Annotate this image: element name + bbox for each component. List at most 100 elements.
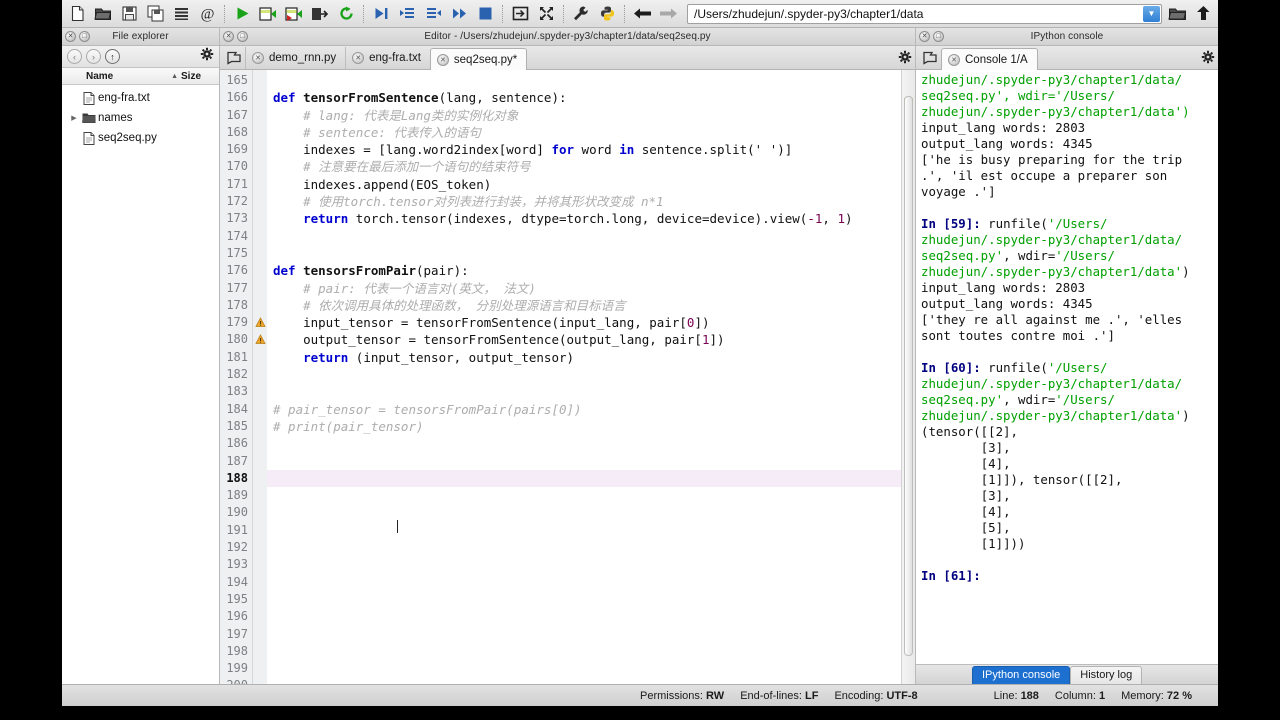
open-file-icon[interactable]	[90, 2, 116, 26]
undock-icon[interactable]: □	[237, 31, 248, 42]
file-switcher-icon[interactable]	[168, 2, 194, 26]
code-line[interactable]	[267, 487, 901, 504]
python-path-icon[interactable]	[594, 2, 620, 26]
code-line[interactable]: indexes.append(EOS_token)	[267, 176, 901, 193]
file-explorer-options-icon[interactable]	[200, 47, 214, 66]
list-item[interactable]: seq2seq.py	[62, 128, 219, 148]
forward-icon[interactable]	[655, 2, 681, 26]
re-run-cell-icon[interactable]	[333, 2, 359, 26]
code-line[interactable]	[267, 453, 901, 470]
code-line[interactable]	[267, 366, 901, 383]
code-line[interactable]: def tensorFromSentence(lang, sentence):	[267, 89, 901, 106]
working-directory-path[interactable]: /Users/zhudejun/.spyder-py3/chapter1/dat…	[687, 3, 1162, 24]
warning-marker-column[interactable]	[253, 70, 267, 684]
step-into-icon[interactable]	[394, 2, 420, 26]
warning-icon[interactable]	[253, 314, 267, 331]
new-file-icon[interactable]	[64, 2, 90, 26]
code-line[interactable]: # pair_tensor = tensorsFromPair(pairs[0]…	[267, 401, 901, 418]
column-header-name[interactable]: Name	[62, 71, 171, 82]
code-line[interactable]: # 注意要在最后添加一个语句的结束符号	[267, 158, 901, 175]
close-icon[interactable]: ✕	[919, 31, 930, 42]
stop-debug-icon[interactable]	[472, 2, 498, 26]
new-console-icon[interactable]	[919, 47, 941, 69]
close-tab-icon[interactable]: ✕	[948, 53, 960, 66]
fullscreen-icon[interactable]	[533, 2, 559, 26]
back-icon[interactable]: ‹	[67, 49, 82, 64]
code-line[interactable]: def tensorsFromPair(pair):	[267, 262, 901, 279]
maximize-pane-icon[interactable]	[507, 2, 533, 26]
undock-icon[interactable]: □	[933, 31, 944, 42]
code-line[interactable]: # pair: 代表一个语言对(英文， 法文)	[267, 280, 901, 297]
close-tab-icon[interactable]: ✕	[436, 53, 449, 66]
code-line[interactable]	[267, 383, 901, 400]
code-line[interactable]: output_tensor = tensorFromSentence(outpu…	[267, 331, 901, 348]
code-line[interactable]	[267, 660, 901, 677]
code-line[interactable]	[267, 245, 901, 262]
editor-scrollbar[interactable]	[901, 70, 915, 684]
code-line[interactable]	[267, 539, 901, 556]
list-item[interactable]: eng-fra.txt	[62, 88, 219, 108]
close-tab-icon[interactable]: ✕	[252, 52, 264, 64]
warning-icon[interactable]	[253, 331, 267, 348]
run-cell-icon[interactable]	[255, 2, 281, 26]
code-line[interactable]: # 依次调用具体的处理函数， 分别处理源语言和目标语言	[267, 297, 901, 314]
editor-tab[interactable]: ✕ demo_rnn.py	[245, 47, 345, 69]
list-item[interactable]: ▶ names	[62, 108, 219, 128]
step-return-icon[interactable]	[420, 2, 446, 26]
code-line[interactable]	[267, 469, 901, 488]
column-header-size[interactable]: Size	[181, 71, 219, 82]
run-file-icon[interactable]	[229, 2, 255, 26]
save-file-icon[interactable]	[116, 2, 142, 26]
console-options-icon[interactable]	[1201, 50, 1215, 69]
bottom-tab[interactable]: History log	[1070, 666, 1143, 684]
code-line[interactable]: indexes = [lang.word2index[word] for wor…	[267, 141, 901, 158]
parent-directory-icon[interactable]: ↑	[105, 49, 120, 64]
undock-icon[interactable]: □	[79, 31, 90, 42]
code-line[interactable]	[267, 643, 901, 660]
editor-tab[interactable]: ✕ eng-fra.txt	[345, 47, 430, 69]
browse-directory-icon[interactable]	[1164, 2, 1190, 26]
close-icon[interactable]: ✕	[223, 31, 234, 42]
close-icon[interactable]: ✕	[65, 31, 76, 42]
editor-options-icon[interactable]	[898, 50, 912, 69]
scrollbar-thumb[interactable]	[904, 96, 913, 656]
code-line[interactable]: # print(pair_tensor)	[267, 418, 901, 435]
code-line[interactable]: return torch.tensor(indexes, dtype=torch…	[267, 210, 901, 227]
parent-directory-icon[interactable]	[1190, 2, 1216, 26]
chevron-down-icon[interactable]: ▼	[1143, 5, 1160, 22]
forward-icon[interactable]: ›	[86, 49, 101, 64]
close-tab-icon[interactable]: ✕	[352, 52, 365, 64]
code-line[interactable]	[267, 522, 901, 539]
code-line[interactable]	[267, 574, 901, 591]
browse-tabs-icon[interactable]	[223, 47, 245, 69]
find-symbol-icon[interactable]: @	[194, 2, 220, 26]
code-line[interactable]: input_tensor = tensorFromSentence(input_…	[267, 314, 901, 331]
code-line[interactable]	[267, 677, 901, 684]
code-line[interactable]	[267, 72, 901, 89]
run-selection-icon[interactable]	[307, 2, 333, 26]
code-line[interactable]: # lang: 代表是Lang类的实例化对象	[267, 107, 901, 124]
code-editor[interactable]: 165 166 167 168 169 170 171 172 173 174 175 176 177 1…	[220, 70, 915, 684]
run-cell-advance-icon[interactable]	[281, 2, 307, 26]
code-line[interactable]	[267, 626, 901, 643]
bottom-tab[interactable]: IPython console	[972, 666, 1071, 684]
preferences-icon[interactable]	[568, 2, 594, 26]
expand-arrow-icon[interactable]: ▶	[68, 114, 80, 122]
debug-file-icon[interactable]	[368, 2, 394, 26]
console-tab[interactable]: ✕ Console 1/A	[941, 48, 1038, 70]
back-icon[interactable]	[629, 2, 655, 26]
code-line[interactable]	[267, 591, 901, 608]
console-output[interactable]: zhudejun/.spyder-py3/chapter1/data/ seq2…	[916, 70, 1218, 664]
code-line[interactable]: # 使用torch.tensor对列表进行封装，并将其形状改变成 n*1	[267, 193, 901, 210]
step-over-icon[interactable]	[446, 2, 472, 26]
code-line[interactable]	[267, 608, 901, 625]
code-line[interactable]	[267, 504, 901, 521]
code-line[interactable]	[267, 228, 901, 245]
save-all-icon[interactable]	[142, 2, 168, 26]
code-line[interactable]: return (input_tensor, output_tensor)	[267, 349, 901, 366]
code-text-area[interactable]: def tensorFromSentence(lang, sentence): …	[267, 70, 901, 684]
editor-tab[interactable]: ✕ seq2seq.py*	[429, 48, 528, 70]
code-line[interactable]: # sentence: 代表传入的语句	[267, 124, 901, 141]
code-line[interactable]	[267, 556, 901, 573]
code-line[interactable]	[267, 435, 901, 452]
